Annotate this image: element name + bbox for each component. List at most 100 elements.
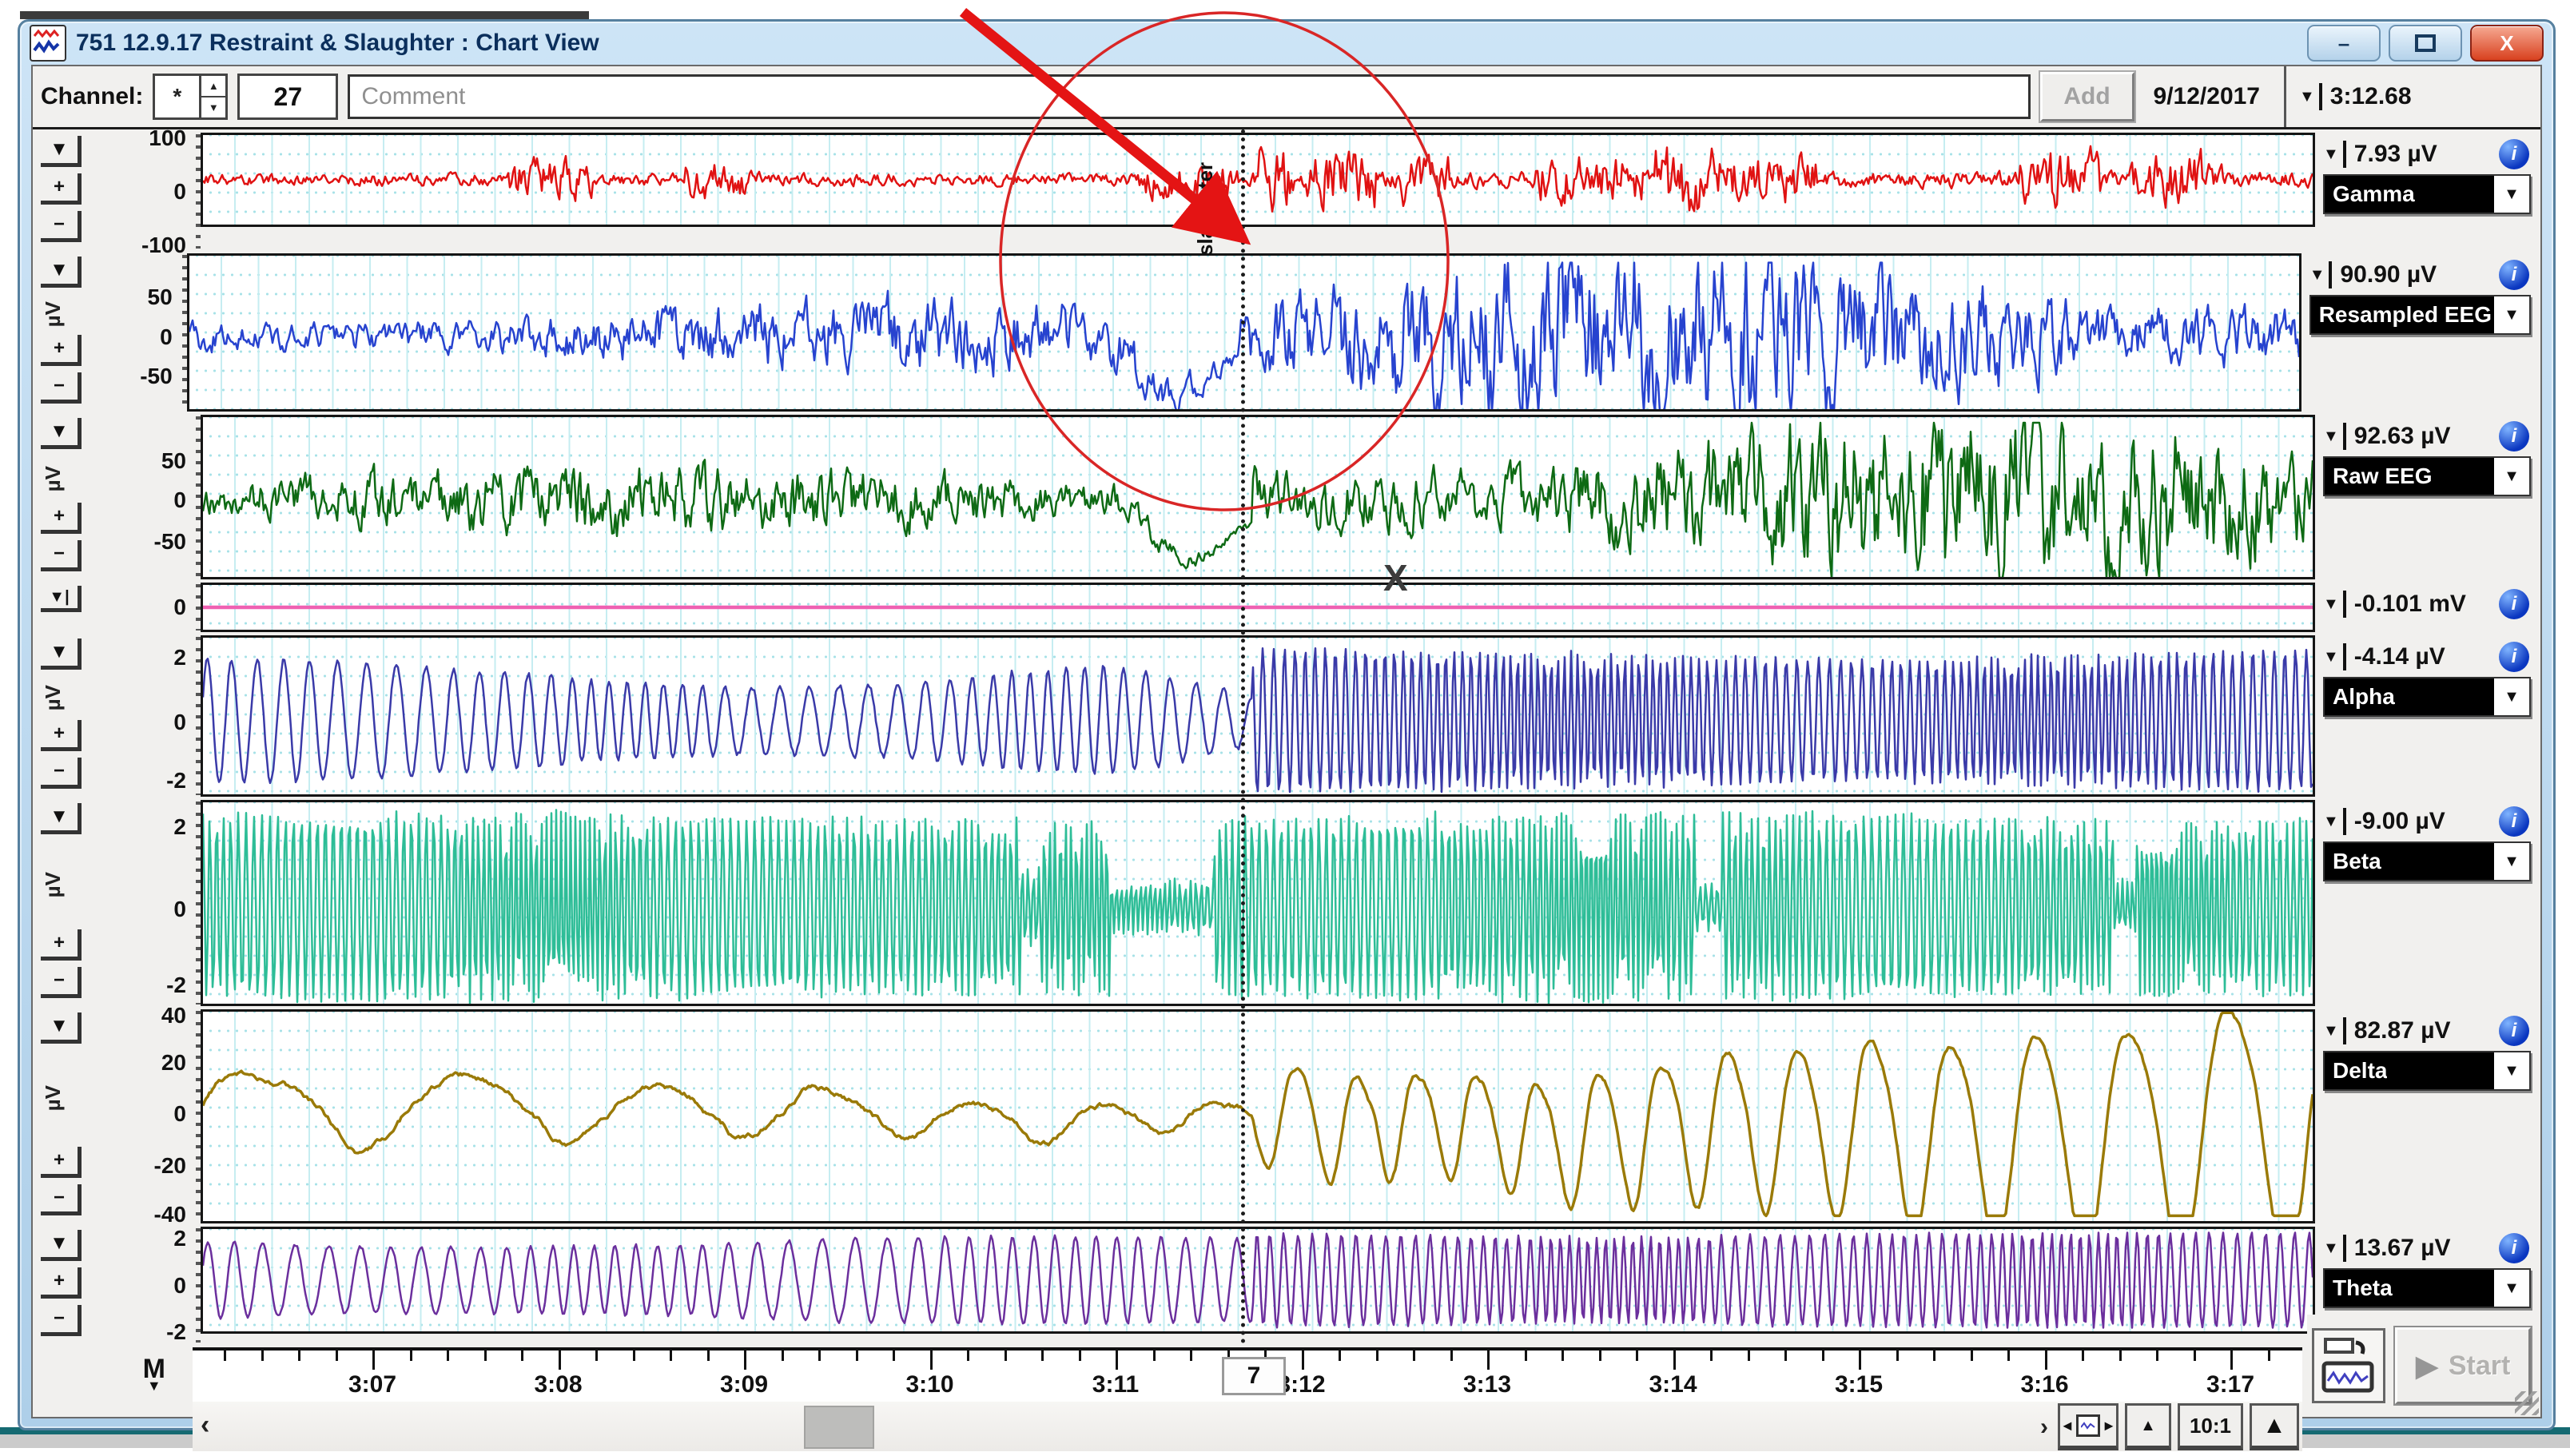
info-icon[interactable]: i bbox=[2499, 589, 2529, 619]
channel-name: Beta bbox=[2325, 849, 2381, 874]
channel-info: ▼ 7.93 µV i Gamma ▼ bbox=[2315, 133, 2540, 250]
channel-scale-dropdown[interactable]: ▼ bbox=[41, 638, 82, 670]
event-label: slaughter bbox=[1193, 136, 1218, 256]
channel-spinner[interactable]: * ▲ ▼ bbox=[153, 74, 228, 120]
y-tick-label: 0 bbox=[173, 897, 186, 922]
channel-zoom-out-button[interactable]: − bbox=[41, 1305, 82, 1336]
channel-zoom-out-button[interactable]: − bbox=[41, 758, 82, 789]
waveform-plot[interactable] bbox=[201, 1227, 2315, 1334]
zoom-out-time-button[interactable]: ▲ bbox=[2125, 1403, 2171, 1450]
minor-tick bbox=[1599, 1351, 1601, 1361]
value-dropdown[interactable]: ▼ bbox=[2323, 1235, 2346, 1262]
compress-traces-button[interactable]: ◄ ► bbox=[2058, 1403, 2118, 1450]
comment-input[interactable] bbox=[348, 74, 2030, 119]
channel-zoom-out-button[interactable]: − bbox=[41, 372, 82, 404]
device-monitor-button[interactable] bbox=[2312, 1328, 2385, 1403]
spinner-down-icon[interactable]: ▼ bbox=[201, 97, 225, 117]
channel-selector[interactable]: Delta ▼ bbox=[2323, 1051, 2531, 1091]
channel-zoom-in-button[interactable]: + bbox=[41, 173, 82, 205]
minor-tick bbox=[1525, 1351, 1527, 1361]
channel-scale-dropdown[interactable]: ▼ bbox=[41, 1230, 82, 1261]
value-dropdown[interactable]: ▼ bbox=[2323, 141, 2346, 168]
channel-scale-dropdown[interactable]: ▼ bbox=[41, 1012, 82, 1044]
value-dropdown[interactable]: ▼ bbox=[2323, 808, 2346, 835]
time-dropdown[interactable]: ▼ bbox=[2299, 83, 2322, 110]
waveform-plot[interactable] bbox=[201, 1009, 2315, 1223]
channel-row: ▼µV+− 20-2 ▼ -9.00 µV i Beta ▼ bbox=[33, 800, 2540, 1006]
value-dropdown[interactable]: ▼ bbox=[2309, 261, 2333, 288]
channel-zoom-out-button[interactable]: − bbox=[41, 211, 82, 242]
scroll-right-icon[interactable]: › bbox=[2040, 1414, 2048, 1441]
info-icon[interactable]: i bbox=[2499, 1016, 2529, 1046]
add-comment-button[interactable]: Add bbox=[2040, 72, 2134, 121]
channel-zoom-out-button[interactable]: − bbox=[41, 967, 82, 998]
channel-zoom-out-button[interactable]: − bbox=[41, 1184, 82, 1215]
chevron-down-icon: ▼ bbox=[2309, 266, 2325, 284]
channel-zoom-in-button[interactable]: + bbox=[41, 720, 82, 751]
channel-scale-dropdown[interactable]: ▼ bbox=[41, 803, 82, 834]
waveform-plot[interactable] bbox=[201, 800, 2315, 1006]
close-button[interactable]: X bbox=[2470, 25, 2544, 62]
waveform-plot[interactable] bbox=[201, 415, 2315, 579]
titlebar[interactable]: 751 12.9.17 Restraint & Slaughter : Char… bbox=[20, 22, 2553, 65]
value-dropdown[interactable]: ▼ bbox=[2323, 1017, 2346, 1044]
selector-arrow-icon: ▼ bbox=[2492, 843, 2529, 880]
time-cluster: ▼ 3:12.68 bbox=[2284, 66, 2532, 127]
scrollbar-thumb[interactable] bbox=[804, 1406, 874, 1449]
chevron-down-icon: ▼ bbox=[2299, 88, 2315, 106]
scroll-left-icon[interactable]: ‹ bbox=[201, 1410, 209, 1441]
minor-tick bbox=[2268, 1351, 2270, 1361]
info-icon[interactable]: i bbox=[2499, 642, 2529, 672]
channel-selector[interactable]: Alpha ▼ bbox=[2323, 677, 2531, 717]
resize-grip[interactable] bbox=[2515, 1391, 2539, 1415]
maximize-button[interactable] bbox=[2389, 25, 2462, 62]
channel-selector[interactable]: Beta ▼ bbox=[2323, 841, 2531, 881]
waveform-plot[interactable] bbox=[201, 583, 2315, 632]
waveform-plot[interactable] bbox=[201, 635, 2315, 797]
minimize-button[interactable]: – bbox=[2307, 25, 2381, 62]
info-icon[interactable]: i bbox=[2499, 139, 2529, 169]
channel-selector[interactable]: Gamma ▼ bbox=[2323, 174, 2531, 214]
marker-tool[interactable]: M ▼ bbox=[143, 1359, 165, 1392]
channel-zoom-out-button[interactable]: − bbox=[41, 540, 82, 571]
waveform-icon bbox=[2076, 1414, 2100, 1437]
value-dropdown[interactable]: ▼ bbox=[2323, 423, 2346, 450]
channel-zoom-in-button[interactable]: + bbox=[41, 335, 82, 366]
channel-number-box[interactable]: 27 bbox=[237, 74, 338, 120]
channel-zoom-in-button[interactable]: + bbox=[41, 503, 82, 534]
channel-zoom-in-button[interactable]: + bbox=[41, 929, 82, 961]
value-dropdown[interactable]: ▼ bbox=[2323, 591, 2346, 618]
minor-tick bbox=[447, 1351, 449, 1361]
channel-selector[interactable]: Theta ▼ bbox=[2323, 1268, 2531, 1308]
value-dropdown[interactable]: ▼ bbox=[2323, 643, 2346, 670]
start-button[interactable]: ▶ Start bbox=[2395, 1327, 2531, 1404]
info-icon[interactable]: i bbox=[2499, 1233, 2529, 1263]
channel-selector[interactable]: Resampled EEG ▼ bbox=[2309, 295, 2531, 335]
y-tick-label: 20 bbox=[161, 1050, 186, 1076]
channel-row: ▼µV+− 20-2 ▼ -4.14 µV i Alpha ▼ bbox=[33, 635, 2540, 797]
zoom-in-time-button[interactable]: ▲ bbox=[2250, 1403, 2299, 1450]
spinner-up-icon[interactable]: ▲ bbox=[201, 76, 225, 97]
channel-scale-dropdown[interactable]: ▼ bbox=[41, 257, 82, 288]
channel-scale-dropdown[interactable]: ▼ bbox=[41, 418, 82, 449]
channel-info: ▼ -0.101 mV i bbox=[2315, 583, 2540, 632]
channel-scale-dropdown[interactable]: ▼ bbox=[41, 136, 82, 167]
info-icon[interactable]: i bbox=[2499, 421, 2529, 452]
time-tick-label: 3:07 bbox=[348, 1371, 396, 1398]
channel-row: ▼µV+− 40200-20-40 ▼ 82.87 µV i Delta ▼ bbox=[33, 1009, 2540, 1223]
time-ratio-button[interactable]: 10:1 bbox=[2178, 1403, 2243, 1450]
y-tick-label: 0 bbox=[160, 324, 173, 350]
time-axis[interactable]: 7 3:073:083:093:103:113:123:133:143:153:… bbox=[193, 1347, 2302, 1402]
channel-zoom-in-button[interactable]: + bbox=[41, 1147, 82, 1178]
info-icon[interactable]: i bbox=[2499, 806, 2529, 837]
y-axis: 500-50 bbox=[111, 415, 201, 579]
channel-unit-label: µV bbox=[41, 466, 67, 491]
channel-value: -0.101 mV bbox=[2354, 591, 2466, 618]
channel-zoom-in-button[interactable]: + bbox=[41, 1267, 82, 1299]
comment-marker-flag[interactable]: 7 bbox=[1222, 1357, 1286, 1395]
channel-selector[interactable]: Raw EEG ▼ bbox=[2323, 456, 2531, 496]
waveform-plot[interactable] bbox=[201, 133, 2315, 227]
channel-scale-dropdown[interactable]: ▼| bbox=[41, 586, 82, 612]
horizontal-scrollbar[interactable]: ‹ › ◄ ► ▲ 10:1 ▲ bbox=[193, 1402, 2302, 1451]
info-icon[interactable]: i bbox=[2499, 260, 2529, 290]
